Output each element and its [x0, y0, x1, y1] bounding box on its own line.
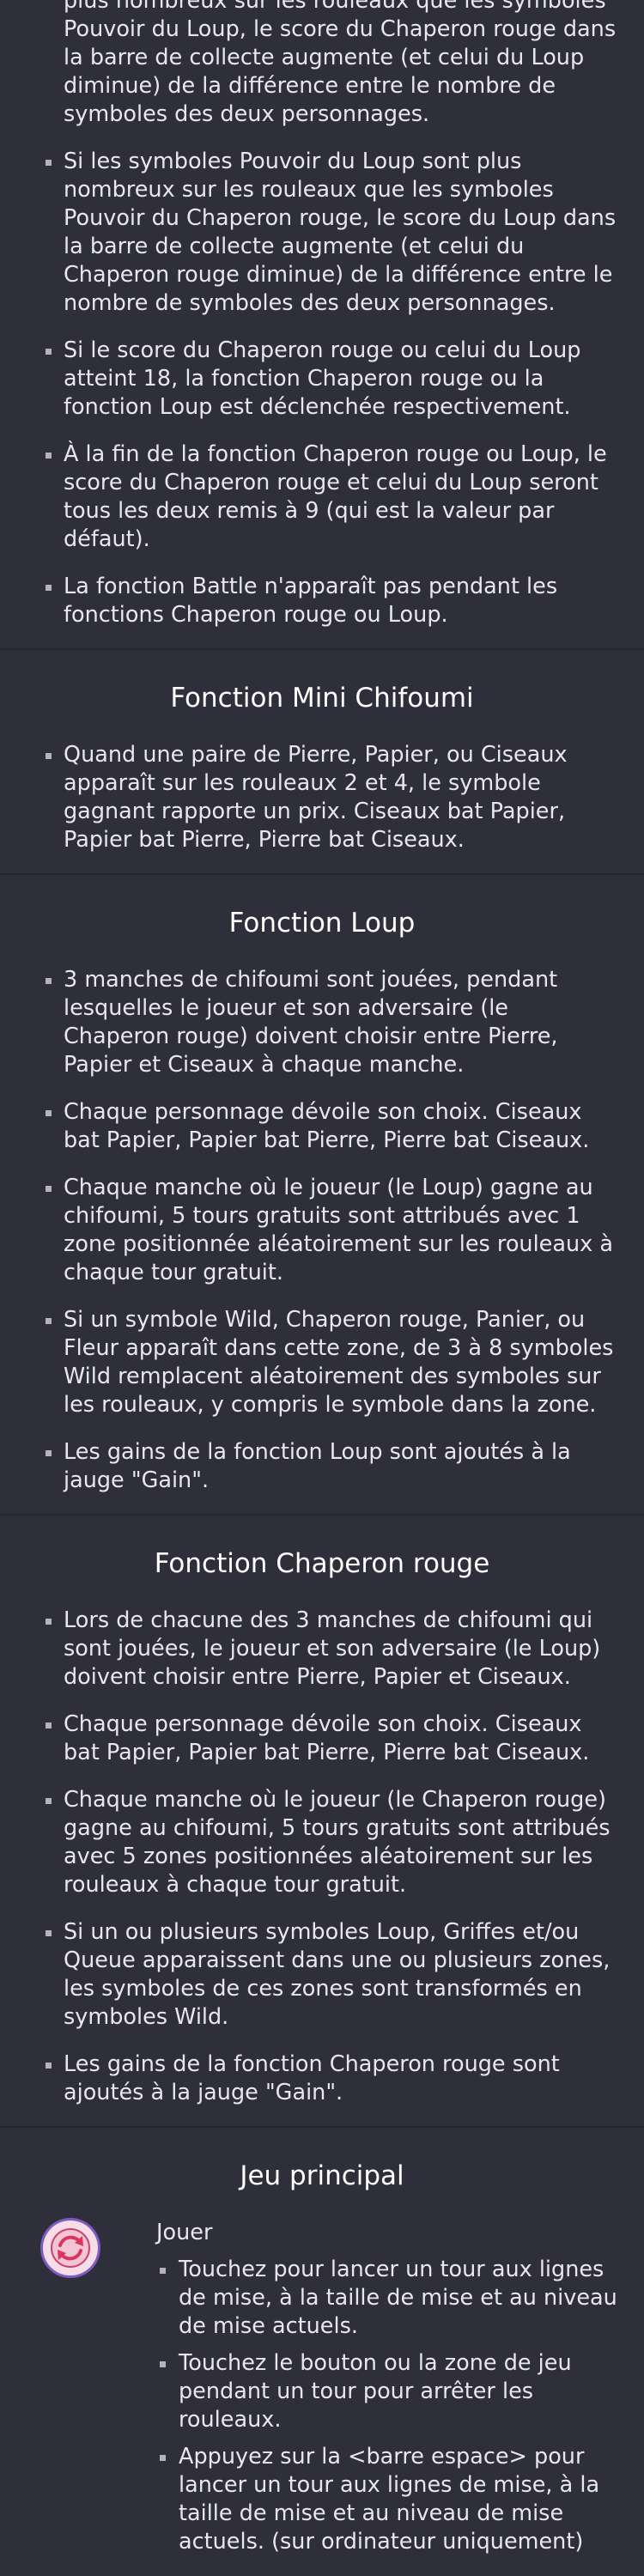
collect-bar-list: Si les symboles Pouvoir du Chaperon roug… — [0, 0, 644, 629]
list-item: Appuyez sur la <barre espace> pour lance… — [156, 2443, 627, 2556]
list-item: 3 manches de chifoumi sont jouées, penda… — [41, 966, 620, 1079]
list-item: Les gains de la fonction Loup sont ajout… — [41, 1438, 620, 1495]
section-main-game: Jeu principal Jouer Touchez pour lancer … — [0, 2128, 644, 2556]
spin-arrows-icon — [43, 2221, 98, 2275]
list-item: À la fin de la fonction Chaperon rouge o… — [41, 440, 620, 554]
section-collect-bar: Si les symboles Pouvoir du Chaperon roug… — [0, 0, 644, 629]
list-item: Si le score du Chaperon rouge ou celui d… — [41, 337, 620, 422]
list-item: Si un ou plusieurs symboles Loup, Griffe… — [41, 1918, 620, 2032]
list-item: Chaque personnage dévoile son choix. Cis… — [41, 1098, 620, 1155]
section-loup: Fonction Loup 3 manches de chifoumi sont… — [0, 875, 644, 1495]
play-rule: Jouer Touchez pour lancer un tour aux li… — [0, 2219, 644, 2556]
section-title: Fonction Loup — [228, 908, 416, 939]
list-item: Chaque personnage dévoile son choix. Cis… — [41, 1710, 620, 1767]
play-list: Touchez pour lancer un tour aux lignes d… — [156, 2256, 644, 2556]
list-item: Touchez pour lancer un tour aux lignes d… — [156, 2256, 627, 2341]
list-item: Si les symboles Pouvoir du Loup sont plu… — [41, 148, 620, 318]
list-item: Chaque manche où le joueur (le Chaperon … — [41, 1786, 620, 1899]
chaperon-rouge-list: Lors de chacune des 3 manches de chifoum… — [0, 1607, 644, 2107]
list-item: Chaque manche où le joueur (le Loup) gag… — [41, 1174, 620, 1287]
list-item: Lors de chacune des 3 manches de chifoum… — [41, 1607, 620, 1692]
section-mini-chifoumi: Fonction Mini Chifoumi Quand une paire d… — [0, 650, 644, 854]
list-item: Si les symboles Pouvoir du Chaperon roug… — [41, 0, 620, 129]
list-item: Si un symbole Wild, Chaperon rouge, Pani… — [41, 1306, 620, 1419]
list-item: Les gains de la fonction Chaperon rouge … — [41, 2050, 620, 2107]
section-chaperon-rouge: Fonction Chaperon rouge Lors de chacune … — [0, 1516, 644, 2107]
mini-chifoumi-list: Quand une paire de Pierre, Papier, ou Ci… — [0, 741, 644, 854]
section-title: Fonction Chaperon rouge — [154, 1548, 490, 1579]
play-title: Jouer — [156, 2220, 213, 2245]
rules-content: Si les symboles Pouvoir du Chaperon roug… — [0, 0, 644, 2565]
list-item: Quand une paire de Pierre, Papier, ou Ci… — [41, 741, 620, 854]
section-title: Fonction Mini Chifoumi — [170, 683, 474, 714]
loup-list: 3 manches de chifoumi sont jouées, penda… — [0, 966, 644, 1495]
rules-page: Si les symboles Pouvoir du Chaperon roug… — [0, 0, 644, 2576]
list-item: La fonction Battle n'apparaît pas pendan… — [41, 573, 620, 629]
list-item: Touchez le bouton ou la zone de jeu pend… — [156, 2349, 627, 2434]
section-title: Jeu principal — [240, 2160, 404, 2191]
